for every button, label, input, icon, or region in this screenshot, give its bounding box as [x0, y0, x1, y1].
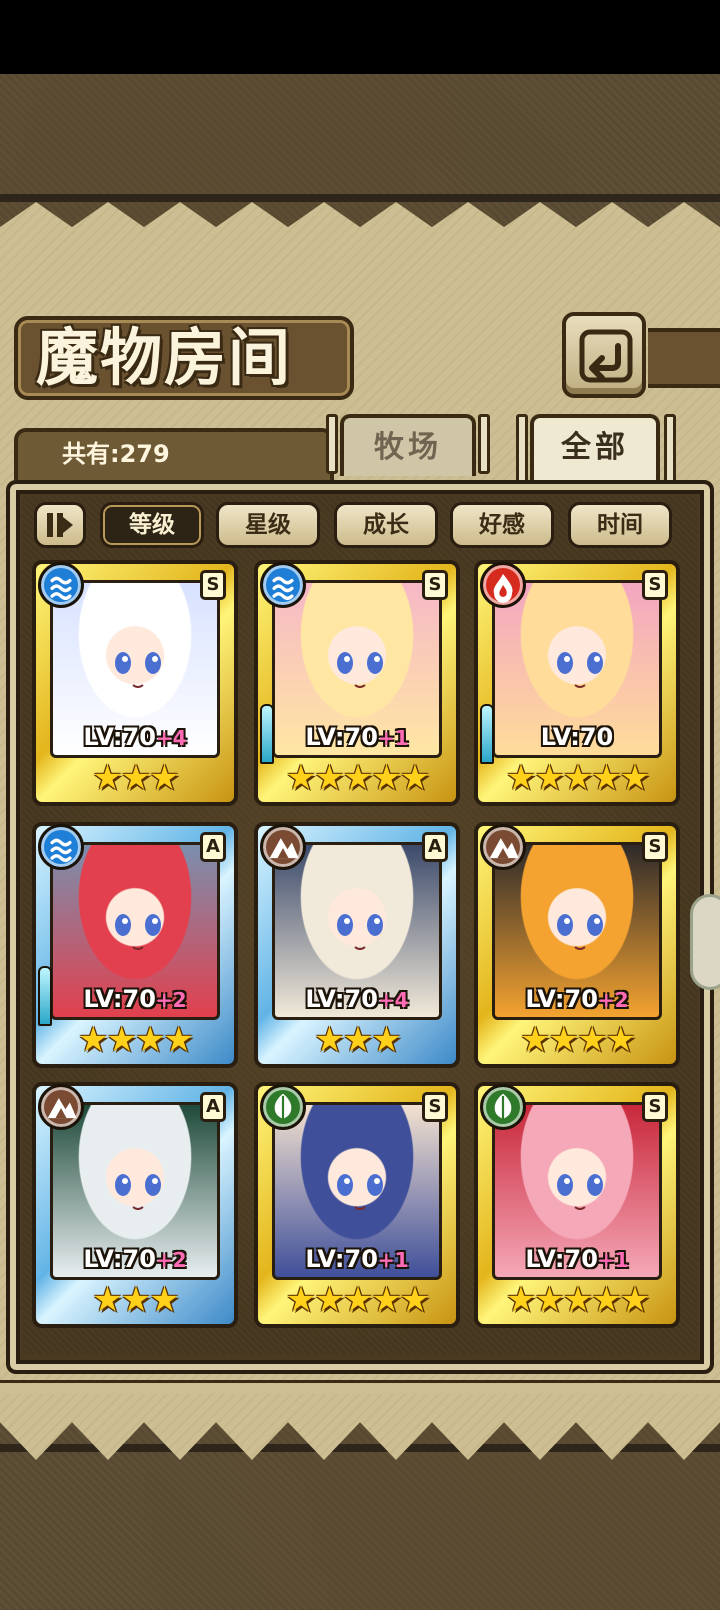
star-rating: ★★★★: [520, 1020, 636, 1060]
level-text: LV:70: [540, 723, 614, 751]
rank-badge: S: [642, 832, 668, 862]
water-element-icon: [260, 562, 306, 608]
star-rating: ★★★: [92, 1280, 179, 1320]
level-text: LV:70: [525, 985, 598, 1013]
monster-card[interactable]: S LV:70+4 ★★★: [32, 560, 238, 806]
level-label: LV:70+4: [272, 982, 442, 1016]
earth-element-icon: [260, 824, 306, 870]
rank-badge: A: [200, 832, 226, 862]
level-text: LV:70: [305, 985, 378, 1013]
monster-card[interactable]: A LV:70+2 ★★★★: [32, 822, 238, 1068]
sort-affection-button[interactable]: 好感: [450, 502, 554, 548]
earth-element-icon: [38, 1084, 84, 1130]
level-bonus: +4: [155, 726, 187, 750]
level-label: LV:70+2: [50, 982, 220, 1016]
monster-card[interactable]: S LV:70+1 ★★★★★: [254, 560, 460, 806]
tab-divider: [326, 414, 338, 474]
wood-element-icon: [480, 1084, 526, 1130]
level-label: LV:70+4: [50, 720, 220, 754]
tab-divider: [664, 414, 676, 488]
sort-level-button[interactable]: 等级: [100, 502, 204, 548]
level-bonus: +2: [155, 988, 187, 1012]
level-bonus: +2: [597, 988, 629, 1012]
star-rating: ★★★★: [78, 1020, 194, 1060]
level-text: LV:70: [305, 1245, 378, 1273]
monster-card[interactable]: A LV:70+4 ★★★: [254, 822, 460, 1068]
page-title: 魔物房间: [36, 321, 293, 394]
earth-element-icon: [480, 824, 526, 870]
rank-badge: A: [200, 1092, 226, 1122]
monster-card[interactable]: A LV:70+2 ★★★: [32, 1082, 238, 1328]
level-text: LV:70: [305, 723, 378, 751]
rank-badge: S: [422, 1092, 448, 1122]
level-bonus: +1: [377, 726, 409, 750]
tab-divider: [516, 414, 528, 488]
rank-badge: S: [200, 570, 226, 600]
tab-divider: [478, 414, 490, 474]
water-element-icon: [38, 824, 84, 870]
sort-star-button[interactable]: 星级: [216, 502, 320, 548]
monster-card[interactable]: S LV:70+1 ★★★★★: [474, 1082, 680, 1328]
header-rail: [648, 328, 720, 388]
star-rating: ★★★★★: [285, 1280, 430, 1320]
panel-bottom-edge: [0, 1380, 720, 1394]
level-label: LV:70+2: [492, 982, 662, 1016]
monster-card[interactable]: S LV:70+2 ★★★★: [474, 822, 680, 1068]
star-rating: ★★★★★: [505, 1280, 650, 1320]
star-rating: ★★★: [92, 758, 179, 798]
level-label: LV:70+2: [50, 1242, 220, 1276]
sort-growth-button[interactable]: 成长: [334, 502, 438, 548]
level-label: LV:70+1: [272, 720, 442, 754]
rank-badge: S: [642, 1092, 668, 1122]
level-label: LV:70+1: [492, 1242, 662, 1276]
star-rating: ★★★★★: [505, 758, 650, 798]
rank-badge: S: [422, 570, 448, 600]
sort-order-icon: [47, 513, 73, 537]
level-label: LV:70: [492, 720, 662, 754]
monster-count: 共有:279: [62, 440, 170, 468]
level-text: LV:70: [525, 1245, 598, 1273]
level-bonus: +1: [597, 1248, 629, 1272]
monster-card[interactable]: S LV:70+1 ★★★★★: [254, 1082, 460, 1328]
level-bonus: +4: [377, 988, 409, 1012]
sort-time-button[interactable]: 时间: [568, 502, 672, 548]
level-text: LV:70: [83, 985, 156, 1013]
rank-badge: A: [422, 832, 448, 862]
fire-element-icon: [480, 562, 526, 608]
star-rating: ★★★: [314, 1020, 401, 1060]
back-arrow-icon: [579, 329, 633, 383]
level-bonus: +2: [155, 1248, 187, 1272]
level-text: LV:70: [83, 1245, 156, 1273]
back-button[interactable]: [562, 312, 646, 398]
water-element-icon: [38, 562, 84, 608]
sort-order-button[interactable]: [34, 502, 86, 548]
wood-element-icon: [260, 1084, 306, 1130]
tab-all[interactable]: 全部: [530, 414, 660, 490]
level-text: LV:70: [83, 723, 156, 751]
level-bonus: +1: [377, 1248, 409, 1272]
star-rating: ★★★★★: [285, 758, 430, 798]
side-drawer-handle[interactable]: [690, 894, 720, 990]
rank-badge: S: [642, 570, 668, 600]
status-bar: [0, 0, 720, 74]
tab-ranch[interactable]: 牧场: [340, 414, 476, 476]
level-label: LV:70+1: [272, 1242, 442, 1276]
monster-card[interactable]: S LV:70 ★★★★★: [474, 560, 680, 806]
